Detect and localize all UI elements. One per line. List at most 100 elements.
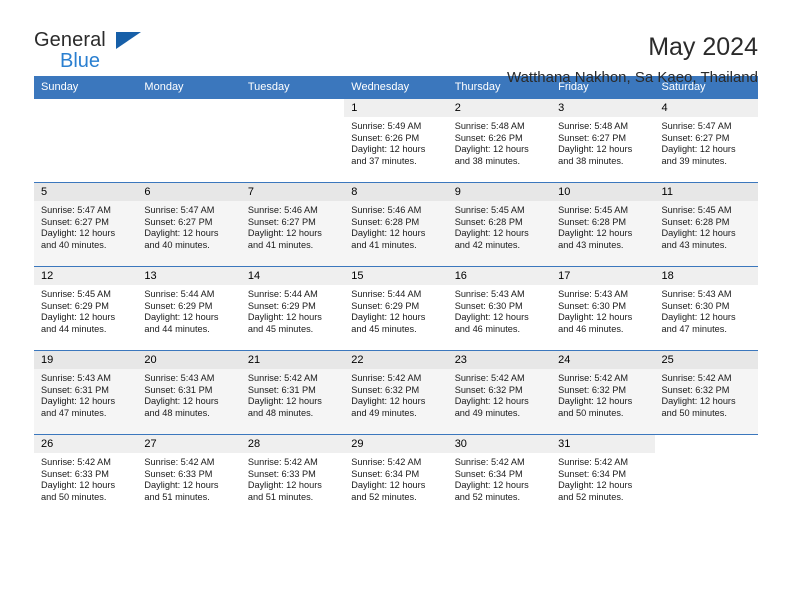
calendar-week-row: 26 Sunrise: 5:42 AM Sunset: 6:33 PM Dayligh…	[34, 434, 758, 518]
calendar-day-cell[interactable]: 25 Sunrise: 5:42 AM Sunset: 6:32 PM Dayligh…	[654, 350, 758, 434]
sunrise-text: Sunrise: 5:48 AM	[558, 121, 629, 131]
sunrise-text: Sunrise: 5:45 AM	[558, 205, 629, 215]
month-calendar: Sunday Monday Tuesday Wednesday Thursday…	[34, 76, 758, 518]
calendar-day-cell[interactable]: 6 Sunrise: 5:47 AM Sunset: 6:27 PM Daylight…	[137, 182, 241, 266]
sunset-text: Sunset: 6:31 PM	[41, 384, 109, 395]
day-box: 10 Sunrise: 5:45 AM Sunset: 6:28 PM Dayligh…	[551, 182, 655, 266]
sunset-text: Sunset: 6:28 PM	[351, 216, 420, 227]
daylight-text-line2: and 43 minutes.	[558, 239, 624, 250]
calendar-day-cell[interactable]: 9 Sunrise: 5:45 AM Sunset: 6:28 PM Daylight…	[447, 182, 552, 266]
calendar-day-cell[interactable]: 23 Sunrise: 5:42 AM Sunset: 6:32 PM Dayligh…	[447, 350, 552, 434]
calendar-day-cell[interactable]: 5 Sunrise: 5:47 AM Sunset: 6:27 PM Daylight…	[34, 182, 138, 266]
calendar-day-cell[interactable]: 7 Sunrise: 5:46 AM Sunset: 6:27 PM Daylight…	[240, 182, 345, 266]
daylight-text-line1: Daylight: 12 hours	[41, 228, 116, 239]
calendar-day-cell[interactable]: 24 Sunrise: 5:42 AM Sunset: 6:32 PM Dayligh…	[551, 350, 655, 434]
calendar-day-cell[interactable]: 19 Sunrise: 5:43 AM Sunset: 6:31 PM Dayligh…	[34, 350, 138, 434]
daylight-text-line2: and 50 minutes.	[41, 491, 107, 502]
page-subtitle: Watthana Nakhon, Sa Kaeo, Thailand	[506, 69, 758, 86]
sunrise-text: Sunrise: 5:45 AM	[41, 289, 111, 299]
sunset-text: Sunset: 6:32 PM	[558, 384, 627, 395]
daylight-text-line2: and 49 minutes.	[454, 407, 521, 418]
calendar-day-cell[interactable]: 10 Sunrise: 5:45 AM Sunset: 6:28 PM Dayligh…	[551, 182, 655, 266]
sunset-text: Sunset: 6:30 PM	[454, 300, 523, 311]
sunrise-text: Sunrise: 5:46 AM	[247, 205, 318, 215]
calendar-day-cell[interactable]: 8 Sunrise: 5:46 AM Sunset: 6:28 PM Daylight…	[344, 182, 448, 266]
sunrise-text: Sunrise: 5:43 AM	[661, 289, 732, 299]
daylight-text-line2: and 48 minutes.	[247, 407, 314, 418]
daylight-text-line2: and 41 minutes.	[351, 239, 417, 250]
day-number: 28	[240, 435, 345, 453]
daylight-text-line2: and 40 minutes.	[41, 239, 107, 250]
calendar-day-cell[interactable]: 29 Sunrise: 5:42 AM Sunset: 6:34 PM Dayligh…	[344, 434, 448, 518]
calendar-day-cell[interactable]: 11 Sunrise: 5:45 AM Sunset: 6:28 PM Dayligh…	[654, 182, 758, 266]
sunset-text: Sunset: 6:34 PM	[558, 468, 627, 479]
day-number: 23	[447, 351, 552, 369]
calendar-day-cell[interactable]: 27 Sunrise: 5:42 AM Sunset: 6:33 PM Dayligh…	[137, 434, 241, 518]
daylight-text-line2: and 38 minutes.	[558, 155, 624, 166]
sun-info: Sunrise: 5:44 AM Sunset: 6:29 PM Daylight:…	[241, 285, 344, 335]
calendar-day-cell[interactable]: 1 Sunrise: 5:49 AM Sunset: 6:26 PM Daylight…	[344, 98, 448, 182]
calendar-day-cell[interactable]: 30 Sunrise: 5:42 AM Sunset: 6:34 PM Dayligh…	[447, 434, 552, 518]
daylight-text-line2: and 43 minutes.	[661, 239, 727, 250]
sunrise-text: Sunrise: 5:44 AM	[247, 289, 318, 299]
calendar-day-cell[interactable]: 16 Sunrise: 5:43 AM Sunset: 6:30 PM Dayligh…	[447, 266, 552, 350]
calendar-day-cell[interactable]: 4 Sunrise: 5:47 AM Sunset: 6:27 PM Daylight…	[654, 98, 758, 182]
day-number: 25	[654, 351, 758, 369]
sun-info: Sunrise: 5:45 AM Sunset: 6:29 PM Daylight:…	[34, 285, 137, 335]
weekday-header-sunday: Sunday	[34, 76, 138, 98]
day-number: 21	[240, 351, 345, 369]
sunrise-text: Sunrise: 5:42 AM	[661, 373, 732, 383]
sunrise-text: Sunrise: 5:42 AM	[351, 373, 422, 383]
calendar-day-cell[interactable]: 21 Sunrise: 5:42 AM Sunset: 6:31 PM Dayligh…	[240, 350, 345, 434]
calendar-day-cell[interactable]: 26 Sunrise: 5:42 AM Sunset: 6:33 PM Dayligh…	[34, 434, 138, 518]
day-number: 29	[344, 435, 448, 453]
empty-day	[654, 434, 758, 518]
daylight-text-line1: Daylight: 12 hours	[144, 228, 219, 239]
day-box: 6 Sunrise: 5:47 AM Sunset: 6:27 PM Daylight…	[137, 182, 241, 266]
daylight-text-line1: Daylight: 12 hours	[144, 312, 219, 323]
daylight-text-line2: and 47 minutes.	[661, 323, 727, 334]
sunset-text: Sunset: 6:34 PM	[351, 468, 420, 479]
sunset-text: Sunset: 6:29 PM	[351, 300, 420, 311]
calendar-day-cell[interactable]: 22 Sunrise: 5:42 AM Sunset: 6:32 PM Dayligh…	[344, 350, 448, 434]
triangle-icon	[116, 32, 141, 49]
daylight-text-line2: and 44 minutes.	[41, 323, 107, 334]
calendar-day-cell[interactable]: 3 Sunrise: 5:48 AM Sunset: 6:27 PM Daylight…	[551, 98, 655, 182]
sunrise-text: Sunrise: 5:47 AM	[41, 205, 111, 215]
daylight-text-line1: Daylight: 12 hours	[247, 228, 322, 239]
daylight-text-line1: Daylight: 12 hours	[558, 144, 633, 155]
daylight-text-line1: Daylight: 12 hours	[454, 396, 529, 407]
calendar-day-cell[interactable]: 20 Sunrise: 5:43 AM Sunset: 6:31 PM Dayligh…	[137, 350, 241, 434]
calendar-day-cell[interactable]: 13 Sunrise: 5:44 AM Sunset: 6:29 PM Dayligh…	[137, 266, 241, 350]
daylight-text-line2: and 41 minutes.	[247, 239, 314, 250]
calendar-body: 1 Sunrise: 5:49 AM Sunset: 6:26 PM Daylight…	[34, 98, 758, 518]
daylight-text-line1: Daylight: 12 hours	[351, 228, 426, 239]
day-number: 2	[447, 99, 552, 117]
calendar-day-cell[interactable]: 28 Sunrise: 5:42 AM Sunset: 6:33 PM Dayligh…	[240, 434, 345, 518]
daylight-text-line1: Daylight: 12 hours	[558, 228, 633, 239]
calendar-day-cell[interactable]: 18 Sunrise: 5:43 AM Sunset: 6:30 PM Dayligh…	[654, 266, 758, 350]
daylight-text-line2: and 40 minutes.	[144, 239, 210, 250]
day-box: 11 Sunrise: 5:45 AM Sunset: 6:28 PM Dayligh…	[654, 182, 758, 266]
calendar-day-cell[interactable]: 12 Sunrise: 5:45 AM Sunset: 6:29 PM Dayligh…	[34, 266, 138, 350]
sun-info: Sunrise: 5:45 AM Sunset: 6:28 PM Daylight:…	[655, 201, 758, 251]
calendar-day-cell[interactable]: 15 Sunrise: 5:44 AM Sunset: 6:29 PM Dayligh…	[344, 266, 448, 350]
sunrise-text: Sunrise: 5:42 AM	[558, 373, 629, 383]
day-number: 27	[137, 435, 241, 453]
day-number: 12	[34, 267, 138, 285]
calendar-week-row: 5 Sunrise: 5:47 AM Sunset: 6:27 PM Daylight…	[34, 182, 758, 266]
sunrise-text: Sunrise: 5:46 AM	[351, 205, 422, 215]
day-box: 19 Sunrise: 5:43 AM Sunset: 6:31 PM Dayligh…	[34, 350, 138, 434]
sun-info: Sunrise: 5:44 AM Sunset: 6:29 PM Daylight:…	[137, 285, 240, 335]
calendar-day-cell[interactable]: 17 Sunrise: 5:43 AM Sunset: 6:30 PM Dayligh…	[551, 266, 655, 350]
sun-info: Sunrise: 5:45 AM Sunset: 6:28 PM Daylight:…	[448, 201, 551, 251]
daylight-text-line1: Daylight: 12 hours	[454, 228, 529, 239]
general-blue-logo[interactable]: General Blue	[34, 30, 144, 76]
sunrise-text: Sunrise: 5:48 AM	[454, 121, 525, 131]
calendar-day-cell[interactable]: 2 Sunrise: 5:48 AM Sunset: 6:26 PM Daylight…	[447, 98, 552, 182]
calendar-day-cell[interactable]: 31 Sunrise: 5:42 AM Sunset: 6:34 PM Dayligh…	[551, 434, 655, 518]
daylight-text-line1: Daylight: 12 hours	[454, 480, 529, 491]
daylight-text-line2: and 51 minutes.	[247, 491, 314, 502]
sun-info: Sunrise: 5:42 AM Sunset: 6:34 PM Daylight:…	[448, 453, 551, 503]
calendar-day-cell[interactable]: 14 Sunrise: 5:44 AM Sunset: 6:29 PM Dayligh…	[240, 266, 345, 350]
